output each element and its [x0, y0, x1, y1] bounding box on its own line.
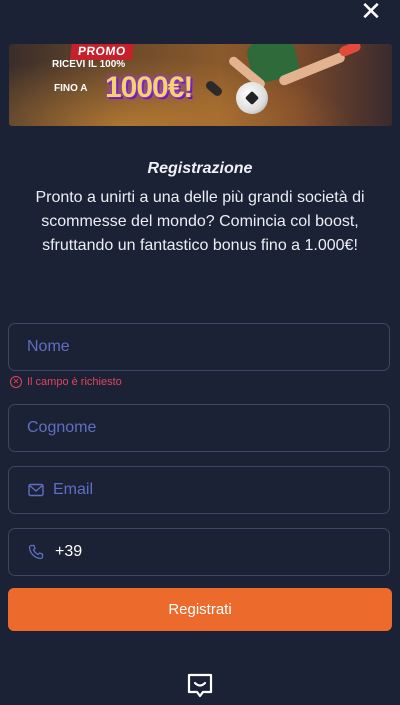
cognome-input[interactable] — [9, 405, 389, 451]
promo-text: RICEVI IL 100% — [52, 59, 126, 70]
close-icon: ✕ — [360, 0, 382, 26]
register-button[interactable]: Registrati — [8, 588, 392, 631]
cognome-field[interactable] — [8, 404, 390, 452]
football-icon — [236, 82, 268, 114]
promo-amount: 1000€! — [105, 71, 193, 104]
nome-error-message: ✕ Il campo è richiesto — [10, 376, 122, 388]
promo-text: FINO A — [54, 83, 88, 94]
nome-input[interactable] — [9, 324, 389, 370]
promo-banner[interactable]: PROMO RICEVI IL 100% FINO A 1000€! — [9, 44, 392, 126]
close-button[interactable]: ✕ — [360, 0, 382, 24]
chat-button[interactable] — [186, 672, 214, 700]
error-text: Il campo è richiesto — [27, 376, 122, 388]
email-input[interactable] — [45, 467, 389, 513]
phone-prefix: +39 — [55, 543, 83, 560]
phone-icon — [27, 543, 45, 561]
email-field[interactable] — [8, 466, 390, 514]
phone-input[interactable] — [82, 529, 389, 575]
chat-icon — [186, 673, 214, 704]
phone-field[interactable]: +39 — [8, 528, 390, 576]
nome-field[interactable] — [8, 323, 390, 371]
page-description: Pronto a unirti a una delle più grandi s… — [35, 189, 365, 254]
error-circle-icon: ✕ — [10, 376, 22, 388]
promo-badge: PROMO — [70, 44, 134, 60]
page-title: Registrazione — [147, 160, 253, 177]
mail-icon — [27, 481, 45, 499]
